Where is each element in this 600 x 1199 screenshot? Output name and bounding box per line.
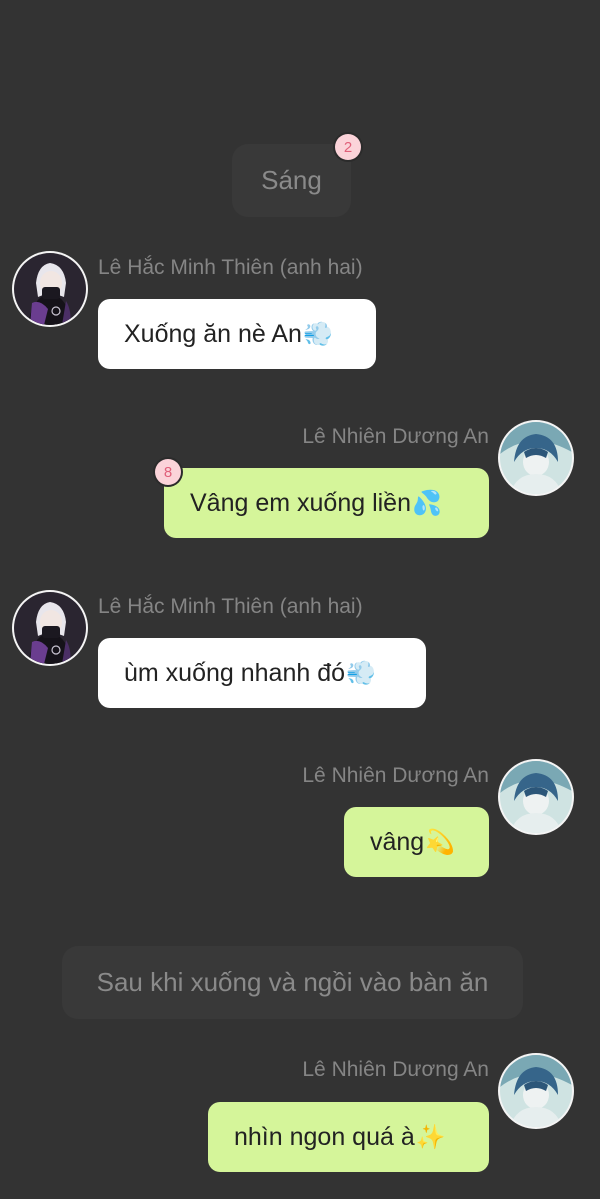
unread-badge: 8: [155, 459, 181, 485]
avatar-nhien-duong-an[interactable]: [498, 759, 574, 835]
message-bubble[interactable]: nhìn ngon quá à ✨: [208, 1102, 489, 1172]
dizzy-emoji: 💫: [425, 828, 456, 856]
message-text: ùm xuống nhanh đó: [124, 658, 346, 687]
unread-badge: 2: [335, 134, 361, 160]
message-text: Xuống ăn nè An: [124, 319, 302, 348]
sender-name: Lê Nhiên Dương An: [302, 425, 489, 448]
dashing-away-emoji: 💨: [346, 659, 376, 687]
message-bubble[interactable]: vâng 💫: [344, 807, 489, 877]
avatar-minh-thien[interactable]: [12, 590, 88, 666]
avatar-nhien-duong-an[interactable]: [498, 420, 574, 496]
message-bubble[interactable]: ùm xuống nhanh đó 💨: [98, 638, 426, 708]
avatar-nhien-duong-an[interactable]: [498, 1053, 574, 1129]
message-bubble[interactable]: Vâng em xuống liền 💦: [164, 468, 489, 538]
narration-scene: Sau khi xuống và ngồi vào bàn ăn: [62, 946, 523, 1019]
dashing-away-emoji: 💨: [302, 320, 333, 348]
narration-morning: Sáng: [232, 144, 351, 217]
narration-text: Sau khi xuống và ngồi vào bàn ăn: [96, 967, 489, 997]
message-text: Vâng em xuống liền: [190, 488, 411, 517]
narration-text: Sáng: [261, 165, 322, 195]
avatar-minh-thien[interactable]: [12, 251, 88, 327]
message-text: nhìn ngon quá à: [234, 1122, 415, 1151]
sweat-droplets-emoji: 💦: [411, 489, 442, 517]
sender-name: Lê Hắc Minh Thiên (anh hai): [98, 256, 363, 279]
sender-name: Lê Hắc Minh Thiên (anh hai): [98, 595, 363, 618]
sparkles-emoji: ✨: [415, 1123, 446, 1151]
message-bubble[interactable]: Xuống ăn nè An 💨: [98, 299, 376, 369]
sender-name: Lê Nhiên Dương An: [302, 1058, 489, 1081]
sender-name: Lê Nhiên Dương An: [302, 764, 489, 787]
message-text: vâng: [370, 827, 425, 856]
